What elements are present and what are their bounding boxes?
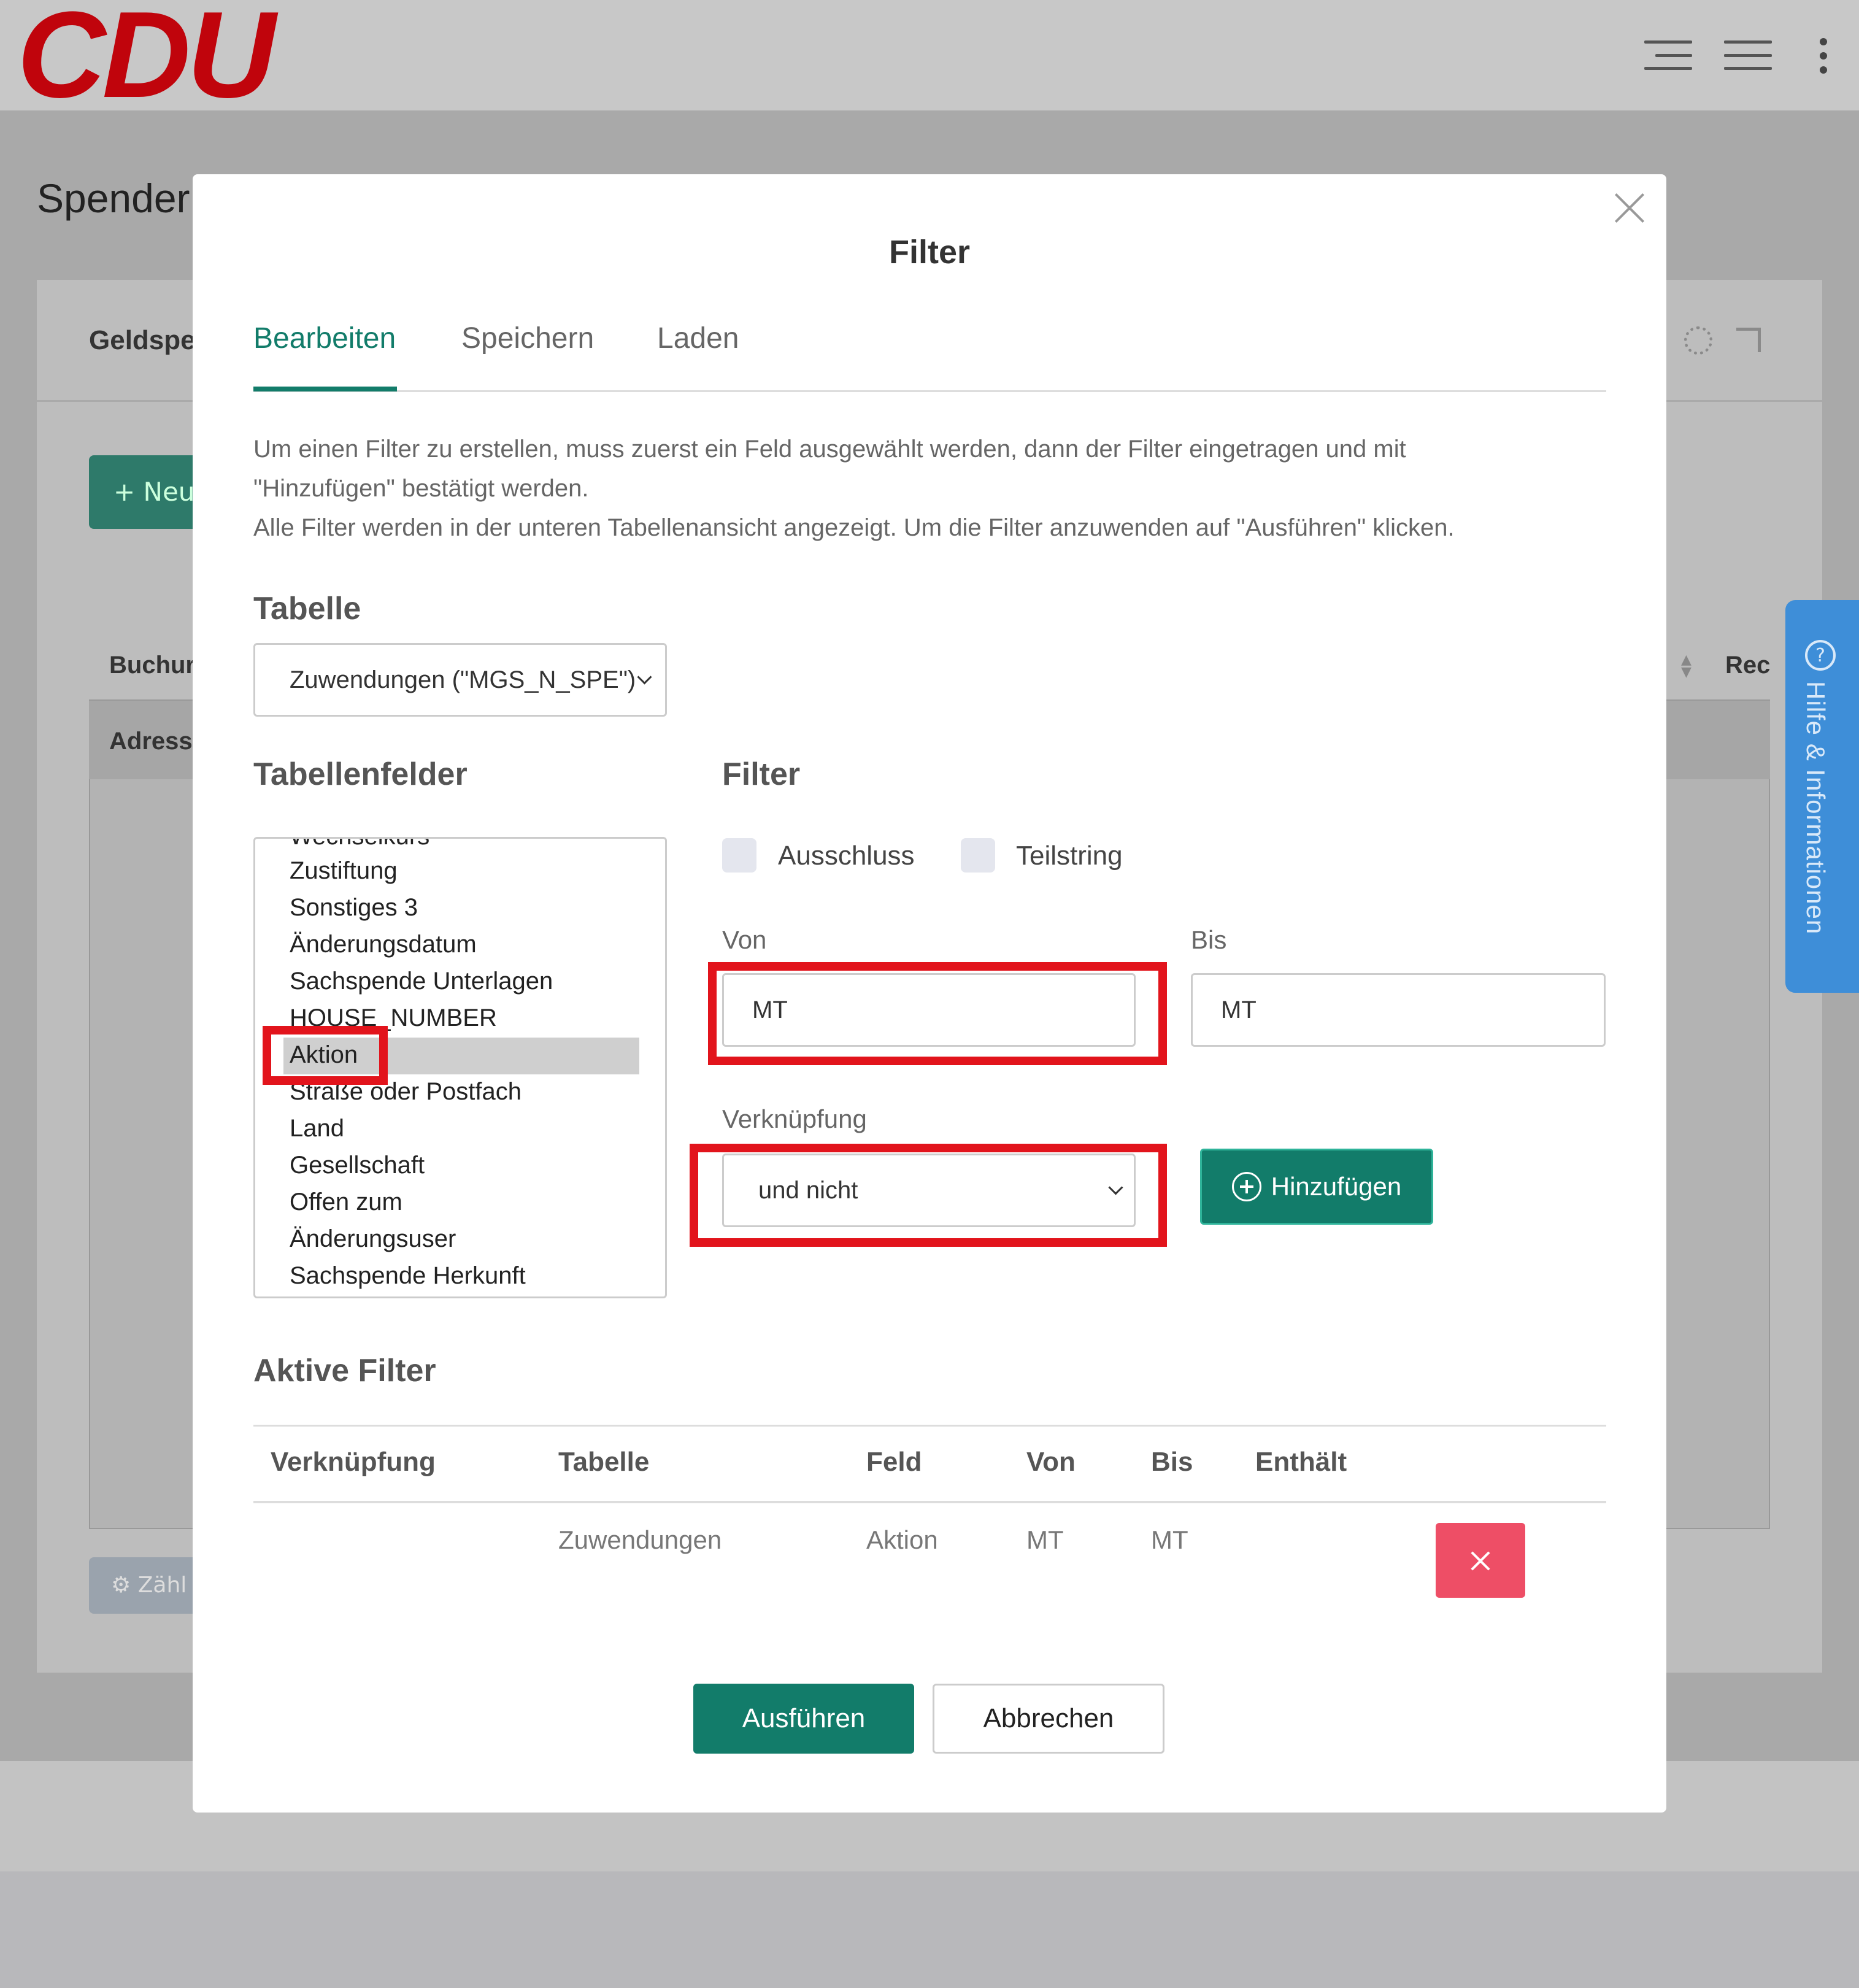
list-item[interactable]: Wechselkurs	[290, 839, 429, 850]
list-indent-icon[interactable]	[1644, 40, 1692, 70]
table-header-rec: Rec	[1725, 652, 1771, 679]
settings-gear-icon[interactable]	[1684, 326, 1712, 355]
column-header-link: Verknüpfung	[271, 1447, 436, 1477]
column-header-from: Von	[1026, 1447, 1076, 1477]
help-tab-label: Hilfe & Informationen	[1801, 681, 1830, 935]
list-item[interactable]: Sonstiges 3	[290, 894, 418, 922]
plus-icon: +	[114, 477, 144, 507]
table-select-value: Zuwendungen ("MGS_N_SPE")	[290, 666, 636, 693]
run-button[interactable]: Ausführen	[693, 1684, 914, 1754]
fields-section-heading: Tabellenfelder	[253, 757, 468, 792]
add-filter-button[interactable]: Hinzufügen	[1200, 1149, 1433, 1225]
description-line-2: "Hinzufügen" bestätigt werden.	[253, 475, 589, 502]
delete-filter-button[interactable]	[1436, 1523, 1525, 1598]
cancel-button[interactable]: Abbrechen	[933, 1684, 1164, 1754]
to-input[interactable]: MT	[1191, 973, 1606, 1047]
column-header-table: Tabelle	[558, 1447, 650, 1477]
substring-checkbox[interactable]	[961, 838, 995, 873]
filter-description: Um einen Filter zu erstellen, muss zuers…	[253, 430, 1606, 547]
cell-field: Aktion	[866, 1525, 938, 1554]
column-header-contains: Enthält	[1255, 1447, 1347, 1477]
kebab-menu-icon[interactable]	[1817, 38, 1830, 74]
gear-icon: ⚙	[111, 1573, 138, 1598]
question-circle-icon: ?	[1805, 640, 1836, 671]
highlight-box-from	[708, 962, 1167, 1065]
substring-label: Teilstring	[1016, 841, 1123, 871]
expand-icon[interactable]	[1736, 328, 1761, 352]
top-bar	[0, 0, 1859, 110]
plus-circle-icon	[1231, 1172, 1261, 1201]
new-button-label: Neu	[143, 477, 195, 507]
background-footer-lower	[0, 1871, 1859, 1988]
list-item[interactable]: Land	[290, 1115, 344, 1142]
from-label: Von	[722, 925, 767, 954]
active-filters-header-line	[253, 1501, 1606, 1503]
list-item[interactable]: Zustiftung	[290, 857, 398, 885]
column-header-field: Feld	[866, 1447, 922, 1477]
to-label: Bis	[1191, 925, 1227, 954]
hamburger-menu-icon[interactable]	[1724, 40, 1772, 70]
table-subrow-address: Adress	[109, 728, 193, 755]
tab-load[interactable]: Laden	[657, 322, 739, 355]
column-header-to: Bis	[1151, 1447, 1193, 1477]
exclude-label: Ausschluss	[778, 841, 915, 871]
cell-table: Zuwendungen	[558, 1525, 722, 1554]
close-icon[interactable]	[1614, 192, 1645, 224]
table-select[interactable]: Zuwendungen ("MGS_N_SPE")	[253, 643, 667, 717]
highlight-box-link	[690, 1144, 1167, 1247]
cdu-logo[interactable]: CDU	[17, 0, 275, 117]
list-item[interactable]: Sachspende Herkunft	[290, 1262, 526, 1290]
active-tab-indicator	[253, 387, 397, 391]
chevron-down-icon	[637, 669, 652, 685]
list-item[interactable]: Gesellschaft	[290, 1152, 425, 1179]
page-title: Spender	[37, 175, 190, 221]
cell-to: MT	[1151, 1525, 1188, 1554]
table-section-heading: Tabelle	[253, 591, 361, 626]
add-filter-button-label: Hinzufügen	[1271, 1172, 1402, 1201]
sort-icon[interactable]: ▲ ▼	[1681, 653, 1693, 680]
description-line-3: Alle Filter werden in der unteren Tabell…	[253, 514, 1455, 541]
modal-title: Filter	[888, 234, 971, 271]
description-line-1: Um einen Filter zu erstellen, muss zuers…	[253, 436, 1406, 463]
filter-section-heading: Filter	[722, 757, 801, 792]
highlight-box-selected-field	[263, 1026, 388, 1085]
count-button-label: Zähl	[137, 1573, 187, 1598]
card-title: Geldspe	[89, 325, 196, 355]
list-item[interactable]: Sachspende Unterlagen	[290, 968, 553, 995]
tab-save[interactable]: Speichern	[461, 322, 594, 355]
exclude-checkbox[interactable]	[722, 838, 756, 873]
tab-divider	[253, 390, 1606, 392]
to-input-value: MT	[1221, 996, 1257, 1023]
link-label: Verknüpfung	[722, 1104, 867, 1133]
active-filters-top-line	[253, 1425, 1606, 1427]
tab-edit[interactable]: Bearbeiten	[253, 322, 396, 355]
list-item[interactable]: Offen zum	[290, 1189, 402, 1216]
table-header-booking: Buchur	[109, 652, 195, 679]
list-item[interactable]: Änderungsuser	[290, 1225, 456, 1253]
list-item[interactable]: Änderungsdatum	[290, 931, 477, 958]
cell-from: MT	[1026, 1525, 1064, 1554]
active-filters-heading: Aktive Filter	[253, 1353, 436, 1389]
